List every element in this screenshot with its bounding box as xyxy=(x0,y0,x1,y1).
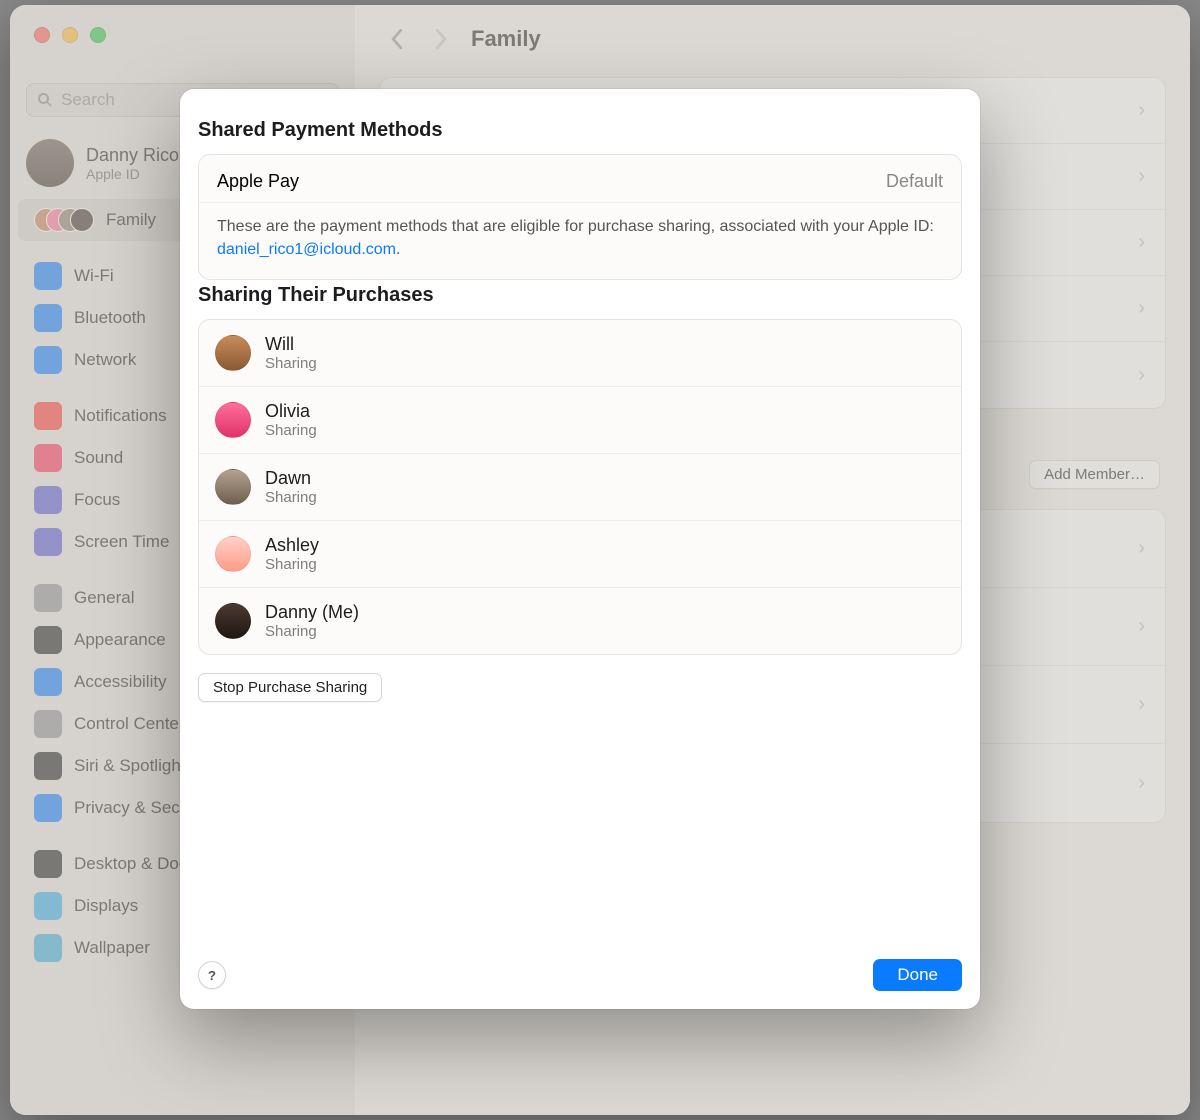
sharing-member-row[interactable]: Danny (Me) Sharing xyxy=(199,588,961,654)
section-title-payment: Shared Payment Methods xyxy=(198,119,962,142)
sharing-member-row[interactable]: Dawn Sharing xyxy=(199,454,961,521)
avatar xyxy=(215,469,251,505)
avatar xyxy=(215,402,251,438)
sharing-members-list: Will Sharing Olivia Sharing Dawn Sharing… xyxy=(198,319,962,655)
member-status: Sharing xyxy=(265,422,317,439)
member-name: Olivia xyxy=(265,401,317,422)
done-button[interactable]: Done xyxy=(873,959,962,991)
payment-method-name: Apple Pay xyxy=(217,171,299,192)
sharing-member-row[interactable]: Will Sharing xyxy=(199,320,961,387)
member-status: Sharing xyxy=(265,489,317,506)
member-name: Danny (Me) xyxy=(265,602,359,623)
settings-window: Search Danny Rico Apple ID Family Wi-Fi … xyxy=(10,5,1190,1115)
member-name: Ashley xyxy=(265,535,319,556)
member-name: Dawn xyxy=(265,468,317,489)
avatar xyxy=(215,335,251,371)
member-status: Sharing xyxy=(265,355,317,372)
sharing-member-row[interactable]: Ashley Sharing xyxy=(199,521,961,588)
stop-purchase-sharing-button[interactable]: Stop Purchase Sharing xyxy=(198,673,382,702)
purchase-sharing-sheet: Shared Payment Methods Apple Pay Default… xyxy=(180,89,980,1009)
payment-method-card: Apple Pay Default These are the payment … xyxy=(198,154,962,280)
member-status: Sharing xyxy=(265,556,319,573)
member-status: Sharing xyxy=(265,623,359,640)
section-title-sharing: Sharing Their Purchases xyxy=(198,284,962,307)
payment-method-row[interactable]: Apple Pay Default xyxy=(199,155,961,202)
avatar xyxy=(215,603,251,639)
payment-method-status: Default xyxy=(886,171,943,192)
apple-id-email-link[interactable]: daniel_rico1@icloud.com xyxy=(217,241,396,258)
payment-description: These are the payment methods that are e… xyxy=(199,202,961,279)
help-button[interactable]: ? xyxy=(198,961,226,989)
sharing-member-row[interactable]: Olivia Sharing xyxy=(199,387,961,454)
member-name: Will xyxy=(265,334,317,355)
avatar xyxy=(215,536,251,572)
